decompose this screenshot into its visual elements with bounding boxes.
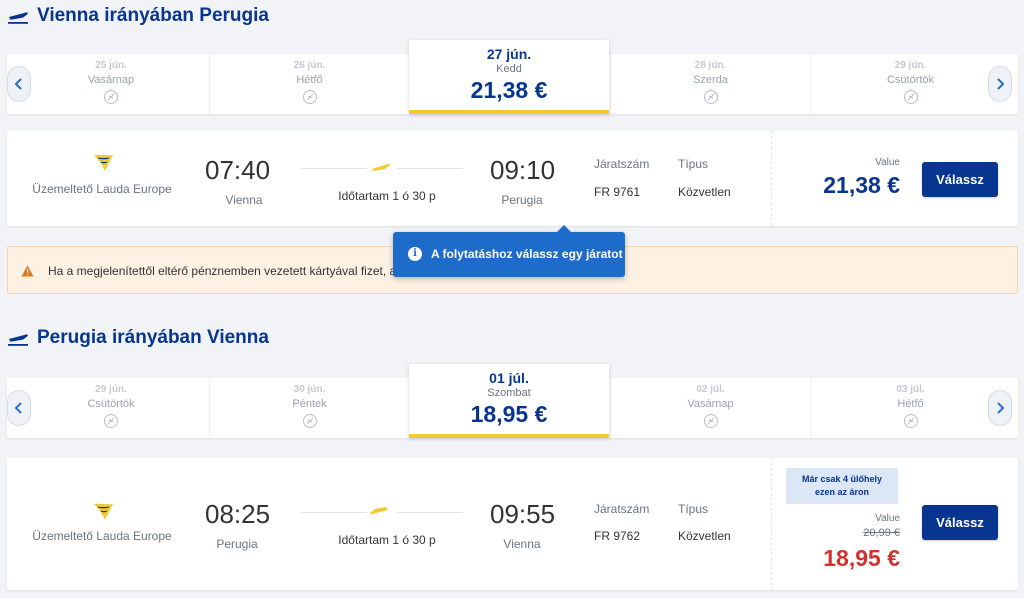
weekday-label: Vasárnap bbox=[687, 398, 734, 410]
flight-type: Közvetlen bbox=[678, 185, 731, 199]
return-title-text: Perugia irányában Vienna bbox=[37, 327, 269, 348]
date-label: 03 júl. bbox=[896, 384, 925, 395]
select-flight-button[interactable]: Válassz bbox=[922, 162, 998, 197]
date-label: 01 júl. bbox=[489, 370, 529, 386]
arrival-time: 09:10 bbox=[490, 155, 556, 185]
date-label: 29 jún. bbox=[894, 60, 927, 71]
tooltip-text: A folytatáshoz válassz egy járatot bbox=[431, 247, 623, 261]
type-label: Típus bbox=[678, 502, 709, 516]
date-option[interactable]: 25 jún. Vasárnap bbox=[11, 54, 211, 114]
plane-icon bbox=[371, 159, 391, 180]
weekday-label: Szerda bbox=[693, 74, 728, 86]
operator-label: Üzemeltető Lauda Europe bbox=[32, 529, 172, 543]
plane-takeoff-icon bbox=[7, 330, 29, 346]
no-flight-icon bbox=[903, 414, 918, 428]
date-option[interactable]: 03 júl. Hétfő bbox=[810, 378, 1010, 438]
warning-text: Ha a megjelenítettől eltérő pénznemben v… bbox=[48, 264, 397, 278]
selected-date-option[interactable]: 27 jún. Kedd 21,38 € bbox=[409, 40, 609, 114]
date-price: 21,38 € bbox=[470, 77, 548, 103]
date-label: 28 jún. bbox=[694, 60, 727, 71]
operator-label: Üzemeltető Lauda Europe bbox=[32, 182, 172, 196]
arrival-place: Vienna bbox=[503, 537, 541, 551]
departure-time: 07:40 bbox=[205, 155, 271, 185]
no-flight-icon bbox=[903, 90, 918, 104]
next-dates-button[interactable] bbox=[988, 66, 1012, 102]
flight-duration: Időtartam 1 ó 30 p bbox=[338, 189, 436, 203]
badge-line-2: ezen az áron bbox=[814, 487, 870, 497]
route-line bbox=[301, 168, 367, 169]
price-label: Value bbox=[875, 513, 900, 524]
flight-type: Közvetlen bbox=[678, 529, 731, 543]
chevron-right-icon bbox=[995, 401, 1005, 415]
date-label: 29 jún. bbox=[95, 384, 127, 395]
weekday-label: Vasárnap bbox=[87, 74, 135, 86]
departure-place: Perugia bbox=[216, 537, 258, 551]
seats-left-badge: Már csak 4 ülőhely ezen az áron bbox=[786, 468, 898, 504]
flight-duration: Időtartam 1 ó 30 p bbox=[338, 533, 436, 547]
date-label: 26 jún. bbox=[293, 60, 326, 71]
no-flight-icon bbox=[703, 414, 718, 428]
weekday-label: Kedd bbox=[496, 63, 522, 75]
flight-price: 21,38 € bbox=[823, 172, 900, 198]
date-option[interactable]: 29 jún. Csütörtök bbox=[810, 54, 1010, 114]
no-flight-icon bbox=[302, 90, 317, 104]
flight-number: FR 9761 bbox=[594, 185, 641, 199]
date-label: 25 jún. bbox=[95, 60, 127, 71]
flight-card: Üzemeltető Lauda Europe 08:25 Perugia Id… bbox=[7, 458, 1018, 590]
select-flight-button[interactable]: Válassz bbox=[922, 505, 998, 540]
date-option[interactable]: 26 jún. Hétfő bbox=[209, 54, 409, 114]
departure-place: Vienna bbox=[225, 193, 263, 207]
no-flight-icon bbox=[104, 414, 118, 428]
outbound-section-title: Vienna irányában Perugia bbox=[7, 5, 269, 27]
ryanair-harp-logo-icon bbox=[92, 502, 114, 527]
weekday-label: Hétfő bbox=[897, 398, 924, 410]
route-line bbox=[397, 168, 463, 169]
flight-price: 18,95 € bbox=[823, 545, 900, 571]
flight-number-label: Járatszám bbox=[594, 157, 650, 171]
plane-takeoff-icon bbox=[7, 8, 29, 24]
info-icon: i bbox=[408, 247, 422, 261]
plane-icon bbox=[369, 504, 389, 525]
chevron-right-icon bbox=[995, 77, 1005, 91]
date-option[interactable]: 29 jún. Csütörtök bbox=[11, 378, 211, 438]
route-line bbox=[301, 512, 367, 513]
departure-time: 08:25 bbox=[205, 499, 271, 529]
weekday-label: Szombat bbox=[487, 387, 531, 399]
date-label: 02 júl. bbox=[696, 384, 725, 395]
no-flight-icon bbox=[302, 414, 317, 428]
flight-card: Üzemeltető Lauda Europe 07:40 Vienna Idő… bbox=[7, 131, 1018, 226]
date-option[interactable]: 02 júl. Vasárnap bbox=[610, 378, 810, 438]
flight-number-label: Járatszám bbox=[594, 502, 650, 516]
weekday-label: Csütörtök bbox=[886, 74, 935, 86]
weekday-label: Péntek bbox=[292, 398, 327, 410]
route-line bbox=[397, 512, 463, 513]
price-label: Value bbox=[875, 157, 900, 168]
date-label: 27 jún. bbox=[486, 46, 532, 62]
old-price: 20,99 € bbox=[863, 527, 900, 539]
weekday-label: Csütörtök bbox=[87, 398, 135, 410]
ryanair-harp-logo-icon bbox=[92, 153, 114, 178]
select-flight-tooltip: i A folytatáshoz válassz egy járatot bbox=[393, 225, 625, 277]
weekday-label: Hétfő bbox=[296, 74, 323, 86]
date-option[interactable]: 30 jún. Péntek bbox=[209, 378, 409, 438]
badge-line-1: Már csak 4 ülőhely bbox=[801, 474, 883, 484]
type-label: Típus bbox=[678, 157, 709, 171]
return-section-title: Perugia irányában Vienna bbox=[7, 327, 269, 349]
date-price: 18,95 € bbox=[470, 401, 548, 427]
no-flight-icon bbox=[104, 90, 118, 104]
no-flight-icon bbox=[703, 90, 718, 104]
arrival-place: Perugia bbox=[501, 193, 543, 207]
warning-icon bbox=[21, 264, 34, 282]
arrival-time: 09:55 bbox=[490, 499, 556, 529]
flight-number: FR 9762 bbox=[594, 529, 641, 543]
next-dates-button[interactable] bbox=[988, 390, 1012, 426]
date-label: 30 jún. bbox=[293, 384, 326, 395]
outbound-title-text: Vienna irányában Perugia bbox=[37, 5, 269, 26]
selected-date-option[interactable]: 01 júl. Szombat 18,95 € bbox=[409, 364, 609, 438]
date-option[interactable]: 28 jún. Szerda bbox=[610, 54, 810, 114]
